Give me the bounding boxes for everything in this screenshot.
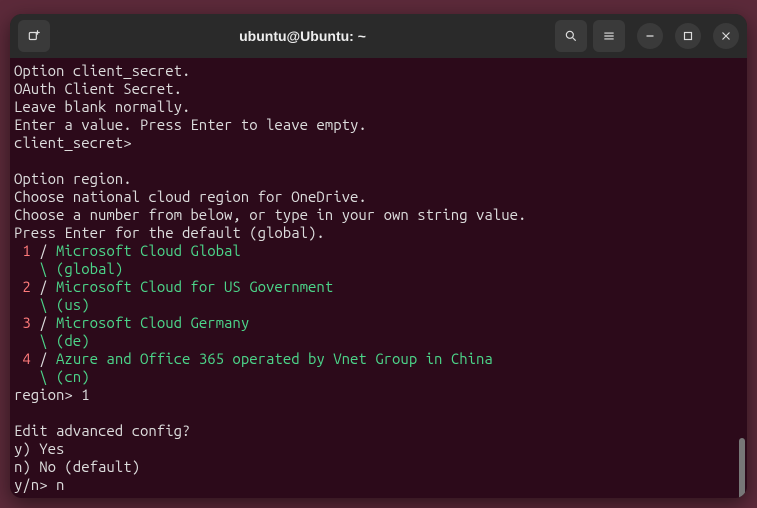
option-label: Microsoft Cloud for US Government (56, 278, 333, 295)
terminal-body[interactable]: Option client_secret. OAuth Client Secre… (10, 58, 747, 498)
terminal-line: Leave blank normally. (14, 98, 190, 115)
maximize-icon (681, 29, 695, 43)
option-value: \ (us) (14, 296, 90, 313)
option-label: Azure and Office 365 operated by Vnet Gr… (56, 350, 493, 367)
option-value: \ (cn) (14, 368, 90, 385)
option-number: 1 (14, 242, 39, 259)
region-prompt: region> (14, 386, 81, 403)
titlebar: ubuntu@Ubuntu: ~ (10, 14, 747, 58)
option-sep: / (39, 350, 56, 367)
option-value: \ (de) (14, 332, 90, 349)
terminal-line: Edit advanced config? (14, 422, 190, 439)
minimize-button[interactable] (637, 23, 663, 49)
terminal-line: Option region. (14, 170, 132, 187)
terminal-line: Choose national cloud region for OneDriv… (14, 188, 367, 205)
option-sep: / (39, 278, 56, 295)
terminal-prompt: client_secret> (14, 134, 132, 151)
new-tab-icon (27, 29, 41, 43)
region-input: 1 (81, 386, 89, 403)
option-number: 3 (14, 314, 39, 331)
option-sep: / (39, 242, 56, 259)
option-value: \ (global) (14, 260, 123, 277)
option-sep: / (39, 314, 56, 331)
titlebar-controls (555, 20, 739, 52)
minimize-icon (643, 29, 657, 43)
window-title: ubuntu@Ubuntu: ~ (56, 28, 549, 44)
close-icon (719, 29, 733, 43)
terminal-line: Option client_secret. (14, 62, 190, 79)
terminal-window: ubuntu@Ubuntu: ~ Option client_secret. O… (10, 14, 747, 498)
maximize-button[interactable] (675, 23, 701, 49)
yn-prompt: y/n> (14, 476, 56, 493)
terminal-line: OAuth Client Secret. (14, 80, 182, 97)
scrollbar-thumb[interactable] (739, 438, 745, 498)
hamburger-icon (602, 29, 616, 43)
terminal-line: Choose a number from below, or type in y… (14, 206, 526, 223)
terminal-line: y) Yes (14, 440, 64, 457)
new-tab-button[interactable] (18, 20, 50, 52)
close-button[interactable] (713, 23, 739, 49)
option-label: Microsoft Cloud Germany (56, 314, 249, 331)
option-number: 2 (14, 278, 39, 295)
terminal-line: Press Enter for the default (global). (14, 224, 325, 241)
terminal-line: Enter a value. Press Enter to leave empt… (14, 116, 367, 133)
search-icon (564, 29, 578, 43)
search-button[interactable] (555, 20, 587, 52)
option-number: 4 (14, 350, 39, 367)
terminal-line: n) No (default) (14, 458, 140, 475)
yn-input: n (56, 476, 64, 493)
option-label: Microsoft Cloud Global (56, 242, 241, 259)
menu-button[interactable] (593, 20, 625, 52)
